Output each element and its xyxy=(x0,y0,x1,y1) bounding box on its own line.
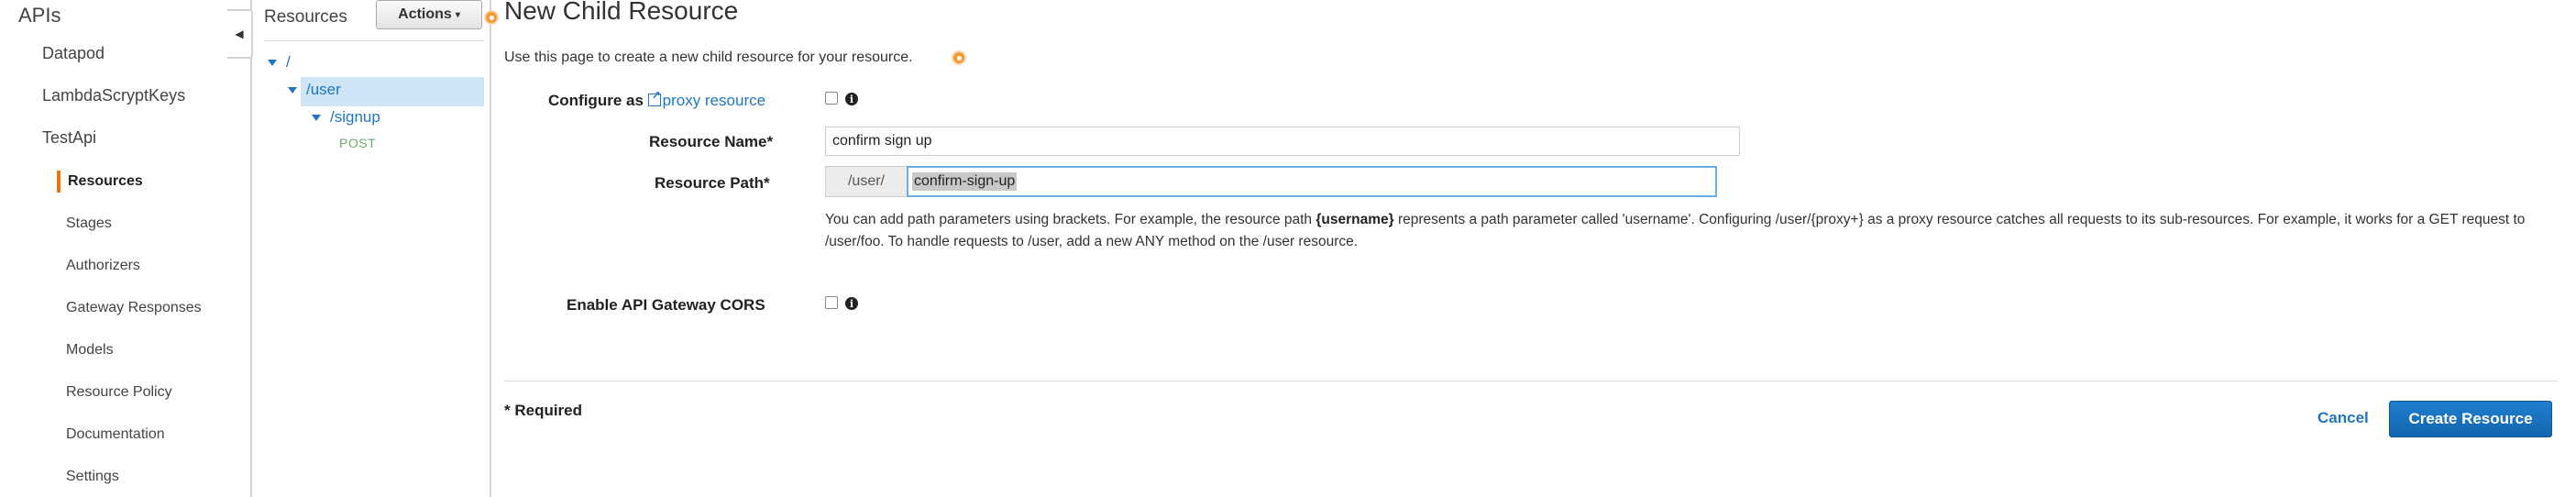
api-item-testapi[interactable]: TestApi xyxy=(42,128,96,148)
info-icon[interactable]: i xyxy=(845,297,858,310)
info-icon[interactable]: i xyxy=(845,93,858,105)
actions-label: Actions xyxy=(398,6,452,22)
caret-down-icon: ▾ xyxy=(455,9,460,20)
collapse-sidebar-button[interactable]: ◀ xyxy=(227,9,253,59)
help-indicator-icon[interactable] xyxy=(952,50,966,65)
tree-node-root[interactable]: / xyxy=(286,53,291,72)
resource-path-label: Resource Path* xyxy=(655,174,770,192)
nav-item-resources[interactable]: Resources xyxy=(68,173,143,190)
resource-name-label: Resource Name* xyxy=(649,133,774,150)
panel-divider xyxy=(264,40,484,41)
resource-name-input[interactable]: confirm sign up xyxy=(825,127,1740,156)
resources-panel-title: Resources xyxy=(264,7,347,27)
help-text-start: You can add path parameters using bracke… xyxy=(825,212,1316,227)
api-item-datapod[interactable]: Datapod xyxy=(42,44,105,63)
nav-item-stages[interactable]: Stages xyxy=(66,215,112,232)
expand-triangle-icon[interactable] xyxy=(288,86,297,94)
configure-as-text: Configure as xyxy=(548,92,644,109)
page-title: New Child Resource xyxy=(504,0,739,25)
resource-path-input[interactable]: confirm-sign-up xyxy=(907,166,1717,197)
resource-path-prefix: /user/ xyxy=(825,166,908,197)
cors-checkbox[interactable] xyxy=(825,296,838,309)
external-link-icon xyxy=(647,89,661,106)
tree-node-user[interactable]: /user xyxy=(306,81,341,99)
apis-heading[interactable]: APIs xyxy=(18,4,61,28)
resource-path-value[interactable]: confirm-sign-up xyxy=(912,172,1018,191)
left-navigation: APIs Datapod LambdaScryptKeys TestApi Re… xyxy=(0,0,252,497)
cancel-button[interactable]: Cancel xyxy=(2317,409,2369,427)
method-post[interactable]: POST xyxy=(339,136,376,150)
intro-text: Use this page to create a new child reso… xyxy=(504,50,913,65)
create-resource-button[interactable]: Create Resource xyxy=(2389,401,2552,437)
configure-proxy-checkbox[interactable] xyxy=(825,92,838,105)
tree-row-user[interactable]: /user xyxy=(288,81,341,99)
tree-row-signup[interactable]: /signup xyxy=(312,108,380,127)
proxy-resource-link[interactable]: proxy resource xyxy=(647,89,765,109)
nav-item-authorizers[interactable]: Authorizers xyxy=(66,258,140,274)
required-note: * Required xyxy=(504,402,583,419)
help-text-bold: {username} xyxy=(1316,212,1394,227)
cors-label: Enable API Gateway CORS xyxy=(567,296,765,314)
resources-panel: Resources Actions ▾ / /user /signup POST xyxy=(255,0,491,497)
nav-item-resource-policy[interactable]: Resource Policy xyxy=(66,384,172,401)
active-indicator xyxy=(57,171,61,193)
chevron-left-icon: ◀ xyxy=(235,28,244,40)
configure-proxy-label: Configure as proxy resource xyxy=(548,89,765,110)
tree-node-signup[interactable]: /signup xyxy=(330,108,380,127)
tree-row-root[interactable]: / xyxy=(268,53,291,72)
proxy-resource-link-text[interactable]: proxy resource xyxy=(663,92,765,109)
nav-item-models[interactable]: Models xyxy=(66,342,114,359)
resource-path-help: You can add path parameters using bracke… xyxy=(825,209,2558,253)
actions-dropdown-button[interactable]: Actions ▾ xyxy=(376,0,482,29)
api-item-lambdascryptkeys[interactable]: LambdaScryptKeys xyxy=(42,86,185,105)
nav-item-settings[interactable]: Settings xyxy=(66,469,119,485)
expand-triangle-icon[interactable] xyxy=(268,59,277,66)
expand-triangle-icon[interactable] xyxy=(312,114,321,121)
nav-item-documentation[interactable]: Documentation xyxy=(66,426,165,443)
nav-item-gateway-responses[interactable]: Gateway Responses xyxy=(66,300,202,316)
main-content: New Child Resource Use this page to crea… xyxy=(493,0,2576,497)
